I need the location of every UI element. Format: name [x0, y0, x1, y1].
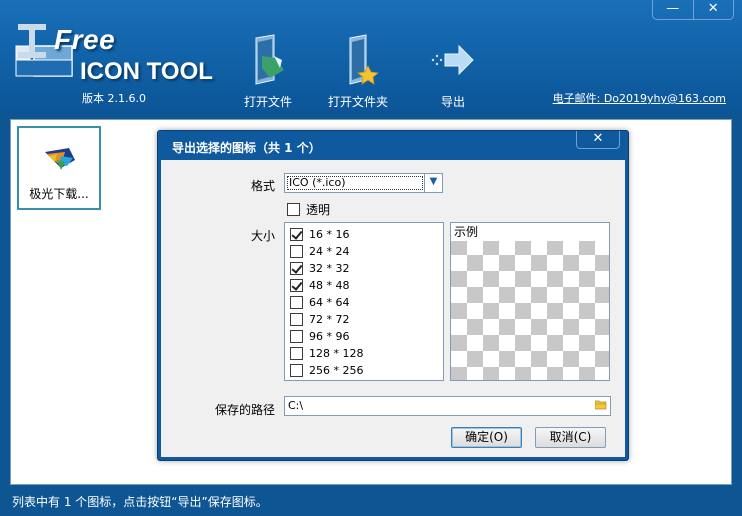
open-folder-label: 打开文件夹: [328, 95, 389, 109]
dialog-close-button[interactable]: ✕: [576, 131, 620, 149]
ok-button[interactable]: 确定(O): [451, 427, 522, 448]
status-bar: 列表中有 1 个图标，点击按钮“导出”保存图标。: [0, 490, 742, 516]
size-option[interactable]: 72 * 72: [285, 311, 443, 328]
preview-panel: 示例: [450, 222, 610, 381]
size-option[interactable]: 128 * 128: [285, 345, 443, 362]
size-option[interactable]: 64 * 64: [285, 294, 443, 311]
size-option[interactable]: 256 * 256: [285, 362, 443, 379]
dialog-title: 导出选择的图标（共 1 个）: [172, 141, 321, 155]
format-select-value: ICO (*.ico): [287, 176, 423, 190]
size-checkbox[interactable]: [290, 295, 303, 309]
size-checkbox[interactable]: [290, 329, 303, 343]
dialog-body: 格式 ICO (*.ico) ▼ 透明 大小 16 * 16 24 * 24 3…: [161, 160, 625, 457]
size-option-label: 128 * 128: [309, 346, 364, 360]
size-option-label: 16 * 16: [309, 227, 350, 241]
icon-list-item-label: 极光下载...: [29, 187, 89, 201]
size-checkbox[interactable]: [290, 261, 303, 275]
size-checkbox[interactable]: [290, 346, 303, 360]
size-option[interactable]: 96 * 96: [285, 328, 443, 345]
chevron-down-icon[interactable]: ▼: [424, 174, 442, 192]
size-option-label: 72 * 72: [309, 312, 350, 326]
open-file-button[interactable]: 打开文件: [244, 34, 292, 110]
size-option-label: 48 * 48: [309, 278, 350, 292]
open-folder-icon: [349, 34, 379, 85]
size-checkbox[interactable]: [290, 278, 303, 292]
logo-text-free: Free: [54, 24, 116, 55]
title-bar: — ✕ Free ICON TOOL 版本 2.1.6.0 打开文件 打开文件夹…: [0, 0, 742, 112]
open-file-label: 打开文件: [244, 95, 293, 109]
open-folder-button[interactable]: 打开文件夹: [328, 34, 388, 110]
size-checkbox[interactable]: [290, 363, 303, 377]
size-option[interactable]: 16 * 16: [285, 226, 443, 243]
size-option[interactable]: 24 * 24: [285, 243, 443, 260]
size-checkbox[interactable]: [290, 312, 303, 326]
size-checkbox[interactable]: [290, 244, 303, 258]
email-link[interactable]: 电子邮件: Do2019yhy@163.com: [553, 90, 726, 106]
transparent-checkbox-row[interactable]: 透明: [287, 201, 330, 218]
format-select[interactable]: ICO (*.ico) ▼: [284, 173, 443, 193]
folder-browse-icon[interactable]: [595, 400, 607, 410]
size-option-label: 96 * 96: [309, 329, 350, 343]
size-option[interactable]: 32 * 32: [285, 260, 443, 277]
save-path-label: 保存的路径: [214, 403, 275, 417]
size-checkbox[interactable]: [290, 227, 303, 241]
minimize-button[interactable]: —: [653, 0, 694, 19]
logo-text-icon-tool: ICON TOOL: [80, 58, 213, 85]
icon-list-item[interactable]: 极光下载...: [17, 126, 101, 210]
export-button[interactable]: 导出: [429, 34, 477, 110]
save-path-input[interactable]: C:\: [284, 396, 611, 416]
open-file-icon: [255, 34, 284, 85]
aurora-download-icon: [45, 148, 75, 170]
save-path-value: C:\: [288, 399, 304, 412]
size-option-label: 24 * 24: [309, 244, 350, 258]
close-button[interactable]: ✕: [694, 0, 734, 19]
app-logo: Free ICON TOOL: [14, 22, 224, 92]
size-option-label: 32 * 32: [309, 261, 350, 275]
export-label: 导出: [440, 95, 465, 109]
size-option-label: 256 * 256: [309, 363, 364, 377]
size-checklist[interactable]: 16 * 16 24 * 24 32 * 32 48 * 48 64 * 64 …: [284, 222, 444, 381]
window-controls: — ✕: [652, 0, 734, 20]
size-option[interactable]: 48 * 48: [285, 277, 443, 294]
export-dialog: 导出选择的图标（共 1 个） ✕ 格式 ICO (*.ico) ▼ 透明 大小 …: [157, 130, 629, 461]
version-label: 版本 2.1.6.0: [82, 92, 146, 105]
format-label: 格式: [250, 179, 275, 193]
transparent-label: 透明: [306, 203, 331, 217]
size-label: 大小: [250, 229, 275, 243]
preview-label: 示例: [451, 223, 609, 241]
cancel-button[interactable]: 取消(C): [535, 427, 606, 448]
transparent-checkbox[interactable]: [287, 203, 300, 216]
export-arrow-icon: [431, 44, 474, 76]
size-option-label: 64 * 64: [309, 295, 350, 309]
